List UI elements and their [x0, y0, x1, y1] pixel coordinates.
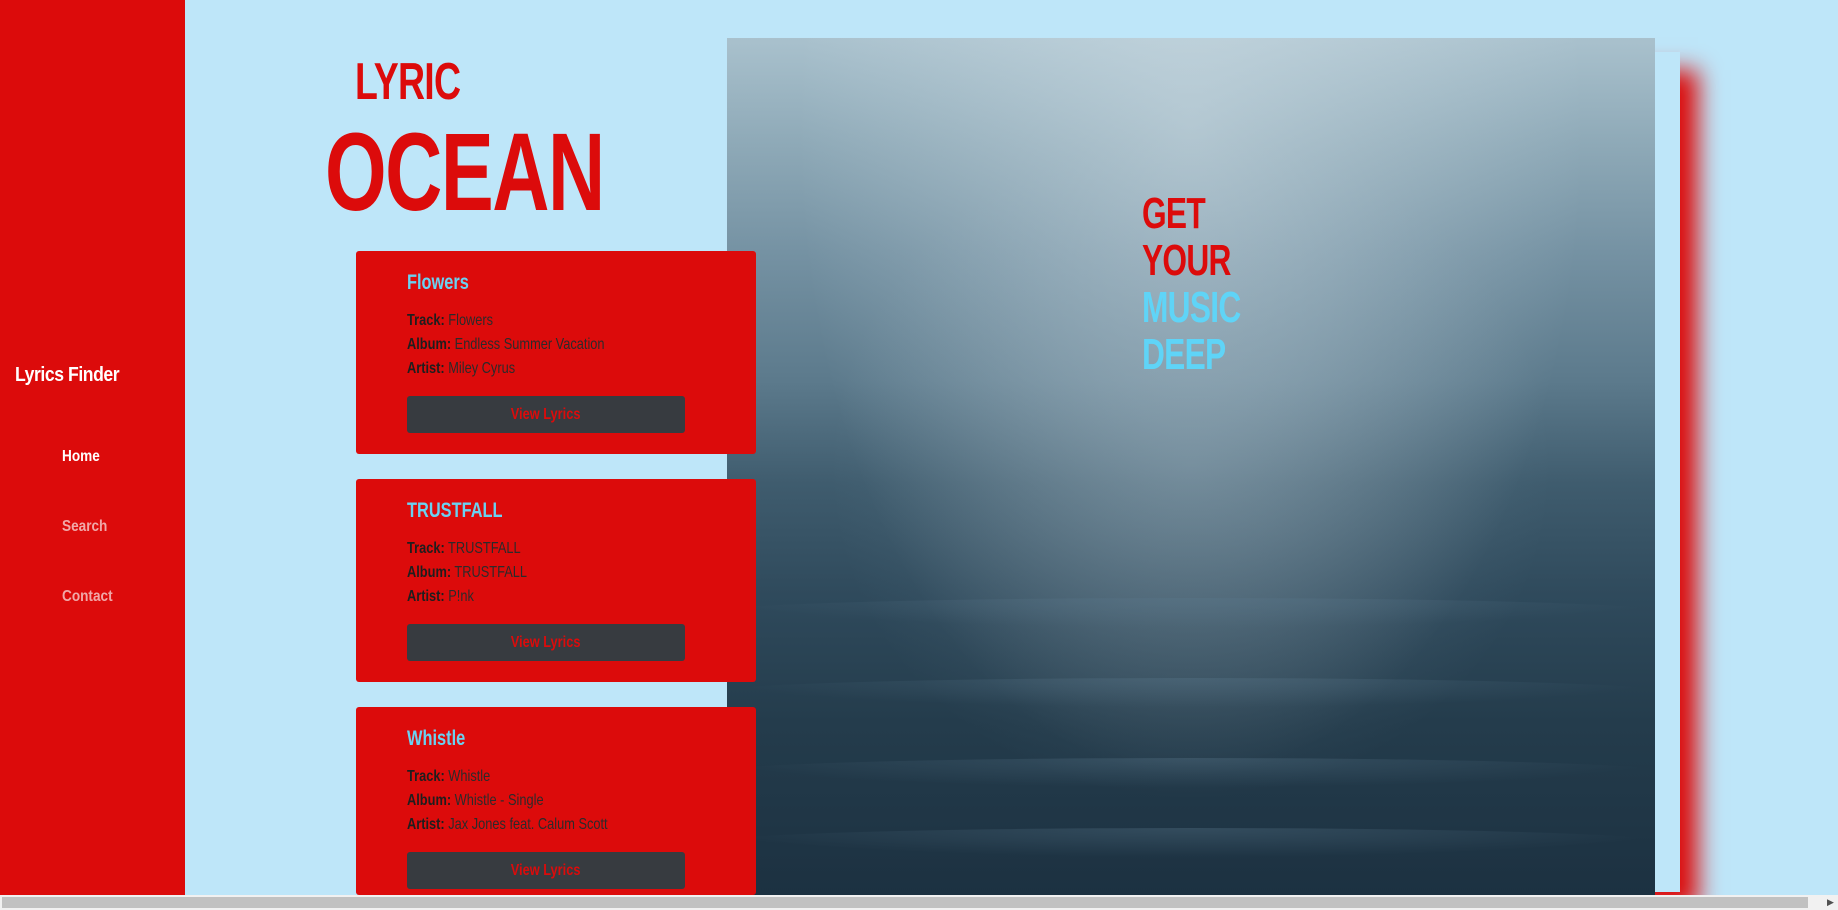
song-card: TRUSTFALL Track: TRUSTFALL Album: TRUSTF… [356, 479, 756, 682]
track-value: Whistle [448, 768, 491, 785]
view-lyrics-button[interactable]: View Lyrics [407, 624, 685, 661]
album-value: Endless Summer Vacation [454, 336, 605, 353]
song-track: Track: Whistle [407, 768, 490, 786]
song-track: Track: TRUSTFALL [407, 540, 521, 558]
horizontal-scrollbar[interactable]: ▶ [0, 895, 1838, 910]
page-title-ocean: OCEAN [325, 111, 605, 234]
album-label: Album: [407, 564, 452, 581]
tagline-word-get: GET [1142, 189, 1206, 238]
artist-value: Miley Cyrus [448, 360, 516, 377]
arrow-right-icon[interactable]: ▶ [1823, 895, 1838, 910]
wave-decoration [727, 758, 1655, 788]
track-value: TRUSTFALL [448, 540, 521, 557]
tagline-word-deep: DEEP [1142, 330, 1226, 379]
wave-decoration [727, 678, 1655, 708]
song-artist: Artist: P!nk [407, 588, 474, 606]
nav-contact-link[interactable]: Contact [62, 588, 113, 606]
song-card-title: TRUSTFALL [407, 499, 503, 522]
artist-value: P!nk [448, 588, 474, 605]
song-album: Album: Whistle - Single [407, 792, 544, 810]
song-card-title: Flowers [407, 271, 469, 294]
song-album: Album: Endless Summer Vacation [407, 336, 605, 354]
artist-label: Artist: [407, 360, 445, 377]
tagline-word-your: YOUR [1142, 236, 1231, 285]
song-card: Whistle Track: Whistle Album: Whistle - … [356, 707, 756, 895]
view-lyrics-label: View Lyrics [511, 633, 581, 651]
track-label: Track: [407, 768, 445, 785]
artist-value: Jax Jones feat. Calum Scott [448, 816, 608, 833]
hero-ocean-image [727, 38, 1655, 895]
album-value: TRUSTFALL [454, 564, 527, 581]
track-label: Track: [407, 312, 445, 329]
view-lyrics-label: View Lyrics [511, 405, 581, 423]
view-lyrics-button[interactable]: View Lyrics [407, 852, 685, 889]
page-title-lyric: LYRIC [355, 53, 461, 111]
sidebar: Lyrics Finder Home Search Contact [0, 0, 185, 895]
nav-search-link[interactable]: Search [62, 518, 107, 536]
nav-home-link[interactable]: Home [62, 448, 100, 466]
album-label: Album: [407, 336, 452, 353]
track-value: Flowers [448, 312, 494, 329]
song-artist: Artist: Miley Cyrus [407, 360, 515, 378]
view-lyrics-button[interactable]: View Lyrics [407, 396, 685, 433]
brand-logo[interactable]: Lyrics Finder [15, 364, 120, 387]
scrollbar-thumb[interactable] [2, 897, 1808, 908]
track-label: Track: [407, 540, 445, 557]
song-artist: Artist: Jax Jones feat. Calum Scott [407, 816, 608, 834]
artist-label: Artist: [407, 588, 445, 605]
song-track: Track: Flowers [407, 312, 493, 330]
hero-tagline: GET YOUR MUSIC DEEP [1142, 189, 1241, 379]
artist-label: Artist: [407, 816, 445, 833]
song-card: Flowers Track: Flowers Album: Endless Su… [356, 251, 756, 454]
song-card-title: Whistle [407, 727, 466, 750]
album-value: Whistle - Single [454, 792, 544, 809]
album-label: Album: [407, 792, 452, 809]
wave-decoration [727, 598, 1655, 628]
tagline-word-music: MUSIC [1142, 283, 1241, 332]
song-album: Album: TRUSTFALL [407, 564, 527, 582]
view-lyrics-label: View Lyrics [511, 861, 581, 879]
wave-decoration [727, 828, 1655, 858]
